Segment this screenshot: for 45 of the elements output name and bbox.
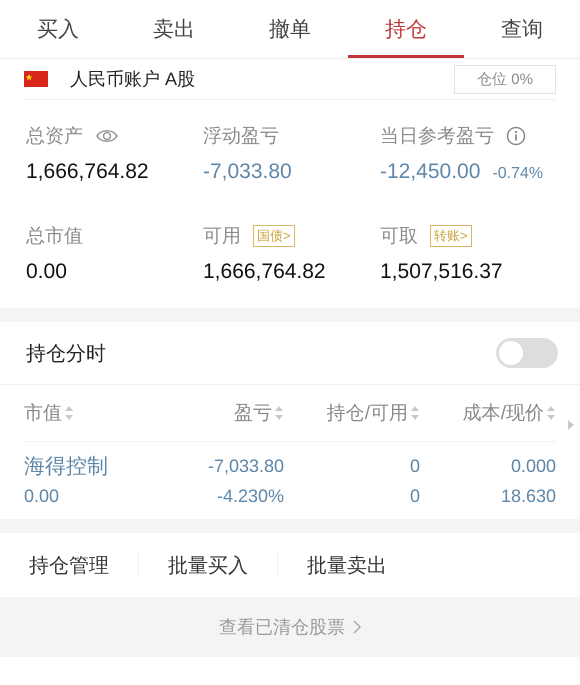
sort-icon: [410, 405, 420, 421]
metric-label: 总市值: [26, 225, 83, 249]
table-cell-text: 0: [408, 456, 420, 476]
metric-value: 1,666,764.82: [26, 160, 149, 184]
scroll-right-icon[interactable]: [568, 420, 574, 430]
table-cell-text: -4.230%: [216, 486, 284, 507]
table-cell-text: 0.000: [510, 456, 556, 476]
column-header[interactable]: 盈亏: [184, 400, 284, 426]
tab[interactable]: 买入: [0, 0, 116, 58]
sort-icon: [64, 405, 74, 421]
metric-value: 1,507,516.37: [380, 260, 503, 284]
table-cell-text: 18.630: [500, 486, 556, 507]
position-badge: 仓位 0%: [454, 64, 556, 94]
sort-icon: [274, 405, 284, 421]
toggle-label: 持仓分时: [26, 342, 106, 366]
column-header[interactable]: 持仓/可用: [284, 400, 420, 426]
action-button[interactable]: 持仓管理: [0, 545, 138, 585]
table-cell-text: 0: [408, 486, 420, 507]
metric-label: 可用: [203, 225, 241, 249]
action-button[interactable]: 批量买入: [139, 545, 277, 585]
metric-value: 1,666,764.82: [203, 260, 326, 284]
table-cell-text: -7,033.80: [206, 456, 284, 476]
toggle-switch[interactable]: [496, 338, 558, 368]
sort-icon: [546, 405, 556, 421]
flag-icon: [24, 71, 48, 87]
column-header[interactable]: 市值: [24, 400, 184, 426]
metric-label: 当日参考盈亏: [380, 125, 494, 149]
tab[interactable]: 撤单: [232, 0, 348, 58]
metric-label: 可取: [380, 225, 418, 249]
metric-label: 浮动盈亏: [203, 125, 279, 149]
action-button[interactable]: 批量卖出: [278, 545, 416, 585]
metric-value: -12,450.00: [380, 160, 480, 184]
stock-name[interactable]: 海得控制: [24, 452, 184, 480]
change-percent: -0.74%: [492, 165, 544, 183]
tab[interactable]: 查询: [464, 0, 580, 58]
metric-value: -7,033.80: [203, 160, 292, 184]
info-icon[interactable]: [506, 126, 526, 146]
metric-value: 0.00: [26, 260, 67, 284]
tab[interactable]: 持仓: [348, 0, 464, 58]
metric-label: 总资产: [26, 125, 83, 149]
column-header[interactable]: 成本/现价: [420, 400, 556, 426]
chevron-right-icon: [353, 620, 361, 634]
tab[interactable]: 卖出: [116, 0, 232, 58]
table-cell-text: 0.00: [24, 486, 60, 507]
account-name: 人民币账户 A股: [70, 68, 196, 91]
